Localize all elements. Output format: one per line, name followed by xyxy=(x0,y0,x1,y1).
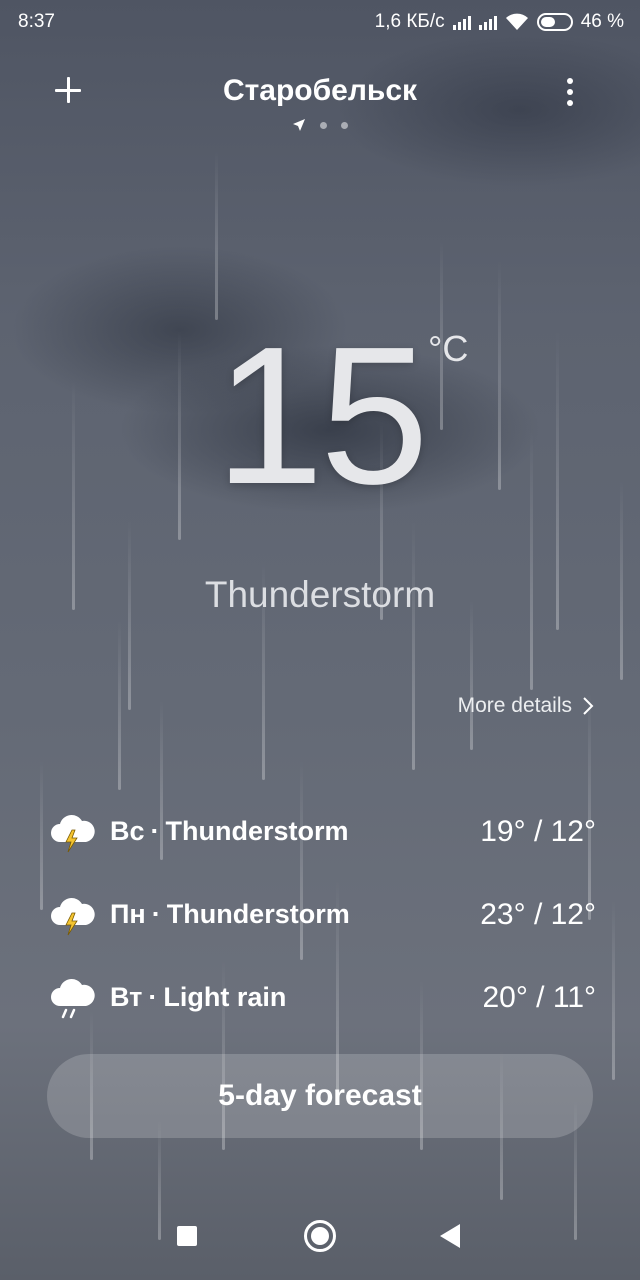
light-rain-icon xyxy=(51,978,95,1018)
more-details-link[interactable]: More details xyxy=(458,694,594,718)
battery-icon xyxy=(536,13,573,31)
forecast-day: Пн xyxy=(110,899,146,929)
navigation-bar xyxy=(0,1200,640,1280)
forecast-row[interactable]: Вс · Thunderstorm 19° / 12° xyxy=(48,790,596,873)
back-button[interactable] xyxy=(440,1224,460,1248)
forecast-day: Вт xyxy=(110,982,143,1012)
wifi-icon xyxy=(505,13,528,30)
current-condition: Thunderstorm xyxy=(204,574,436,615)
status-time: 8:37 xyxy=(18,11,55,32)
forecast-condition: Thunderstorm xyxy=(166,899,350,929)
forecast-separator: · xyxy=(150,816,160,846)
header: Старобельск xyxy=(0,62,640,122)
location-arrow-icon xyxy=(293,119,305,131)
forecast-condition: Thunderstorm xyxy=(165,816,349,846)
more-vertical-icon xyxy=(567,78,573,84)
city-name: Старобельск xyxy=(222,74,418,107)
page-dot xyxy=(320,121,327,129)
thunderstorm-icon xyxy=(51,814,95,852)
chevron-right-icon xyxy=(583,697,594,715)
status-icons: 1,6 КБ/с 46 % xyxy=(375,11,624,33)
forecast-condition: Light rain xyxy=(163,982,287,1012)
current-temperature: 15 xyxy=(214,306,429,525)
forecast-row[interactable]: Пн · Thunderstorm 23° / 12° xyxy=(48,873,596,956)
five-day-forecast-button[interactable]: 5-day forecast xyxy=(47,1054,593,1138)
forecast-temps: 23° / 12° xyxy=(480,897,596,931)
temperature-unit: °C xyxy=(428,328,469,369)
more-details-label: More details xyxy=(457,694,572,717)
forecast-temps: 19° / 12° xyxy=(480,814,596,848)
recent-apps-button[interactable] xyxy=(177,1226,197,1246)
battery-percent: 46 % xyxy=(580,11,624,32)
forecast-row[interactable]: Вт · Light rain 20° / 11° xyxy=(48,956,596,1039)
page-indicator xyxy=(0,118,640,132)
thunderstorm-icon xyxy=(51,897,95,935)
status-bar: 8:37 1,6 КБ/с 46 % xyxy=(0,0,640,44)
signal-2-icon xyxy=(478,14,497,30)
signal-1-icon xyxy=(452,14,471,30)
more-options-button[interactable] xyxy=(548,70,592,114)
forecast-separator: · xyxy=(148,982,158,1012)
network-speed: 1,6 КБ/с xyxy=(374,11,445,32)
forecast-temps: 20° / 11° xyxy=(482,980,596,1014)
home-button[interactable] xyxy=(304,1220,336,1252)
page-dot xyxy=(341,121,348,129)
daily-forecast-list: Вс · Thunderstorm 19° / 12° Пн · Thunder… xyxy=(48,790,596,1039)
forecast-day: Вс xyxy=(110,816,145,846)
forecast-separator: · xyxy=(151,899,161,929)
